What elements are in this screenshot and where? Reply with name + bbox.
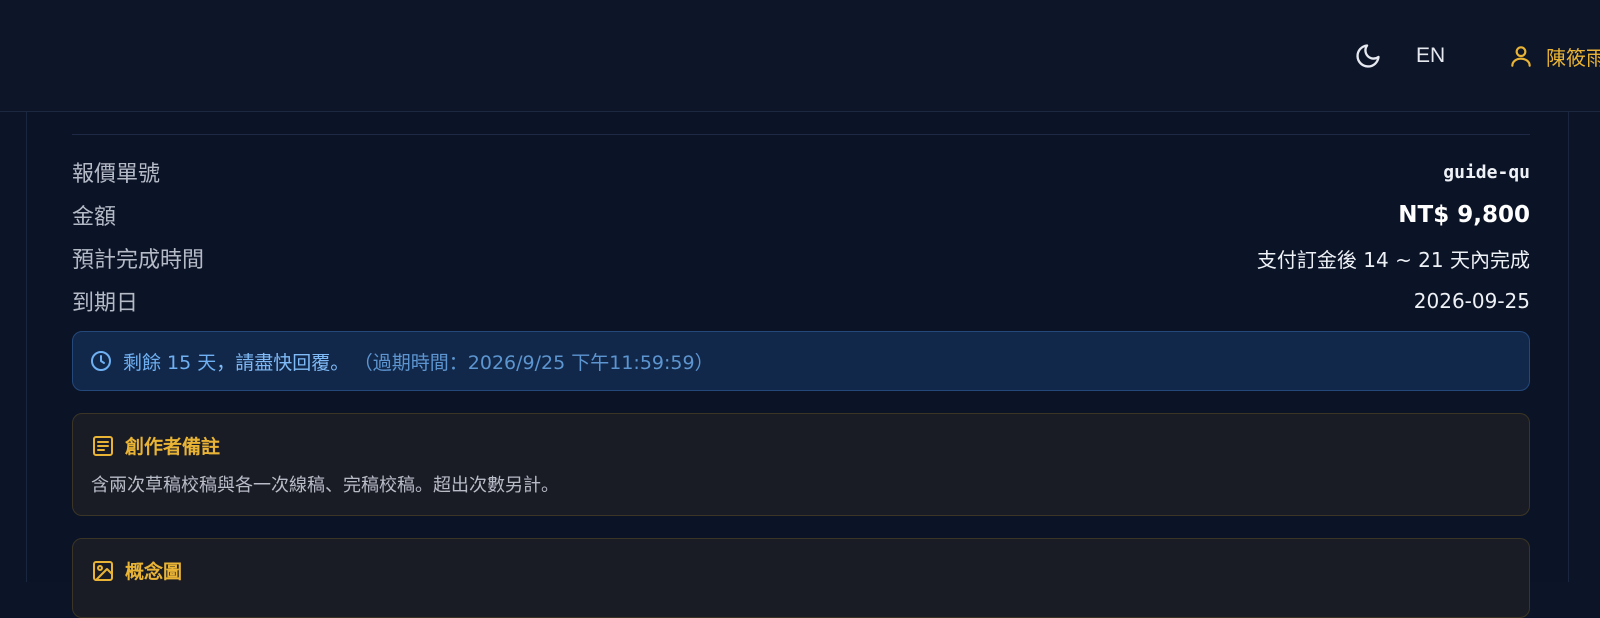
due-date-row: 到期日 2026-09-25 — [72, 284, 1530, 318]
expiry-alert: 剩餘 15 天，請盡快回覆。 （過期時間：2026/9/25 下午11:59:59… — [72, 331, 1530, 391]
user-icon — [1508, 43, 1534, 69]
alert-message: ，請盡快回覆。 — [216, 351, 350, 374]
amount-value: NT$ 9,800 — [1398, 202, 1530, 228]
creator-note-header: 創作者備註 — [91, 432, 1511, 459]
due-date-label: 到期日 — [72, 291, 139, 316]
moon-icon — [1354, 42, 1382, 70]
alert-remaining: 剩餘 15 天 — [123, 351, 217, 374]
topbar-actions: EN — [1348, 34, 1445, 78]
creator-note-title: 創作者備註 — [125, 436, 221, 458]
estimated-completion-label: 預計完成時間 — [72, 248, 205, 273]
estimated-completion-value: 支付訂金後 14 ~ 21 天內完成 — [1256, 247, 1530, 272]
estimated-completion-row: 預計完成時間 支付訂金後 14 ~ 21 天內完成 — [72, 241, 1530, 275]
creator-note-card: 創作者備註 含兩次草稿校稿與各一次線稿、完稿校稿。超出次數另計。 — [72, 413, 1530, 516]
divider — [72, 134, 1530, 135]
concept-card: 概念圖 — [72, 538, 1530, 618]
user-name: 陳筱雨 — [1546, 45, 1600, 70]
image-icon — [91, 559, 115, 583]
concept-title: 概念圖 — [125, 561, 183, 583]
language-toggle[interactable]: EN — [1416, 44, 1445, 68]
quote-number-row: 報價單號 guide-qu — [72, 155, 1530, 189]
theme-toggle-button[interactable] — [1348, 36, 1388, 76]
clock-icon — [89, 349, 113, 373]
quote-number-label: 報價單號 — [72, 162, 161, 187]
user-menu[interactable]: 陳筱雨 — [1508, 34, 1600, 78]
concept-header: 概念圖 — [91, 557, 1511, 584]
note-icon — [91, 434, 115, 458]
alert-expiry: （過期時間：2026/9/25 下午11:59:59） — [363, 351, 714, 374]
amount-label: 金額 — [72, 205, 117, 230]
top-bar: EN 陳筱雨 — [0, 0, 1600, 112]
due-date-value: 2026-09-25 — [1413, 289, 1530, 313]
alert-text: 剩餘 15 天，請盡快回覆。 （過期時間：2026/9/25 下午11:59:59… — [123, 348, 714, 375]
amount-row: 金額 NT$ 9,800 — [72, 198, 1530, 232]
creator-note-body: 含兩次草稿校稿與各一次線稿、完稿校稿。超出次數另計。 — [91, 475, 559, 496]
quote-number-value: guide-qu — [1443, 161, 1530, 183]
